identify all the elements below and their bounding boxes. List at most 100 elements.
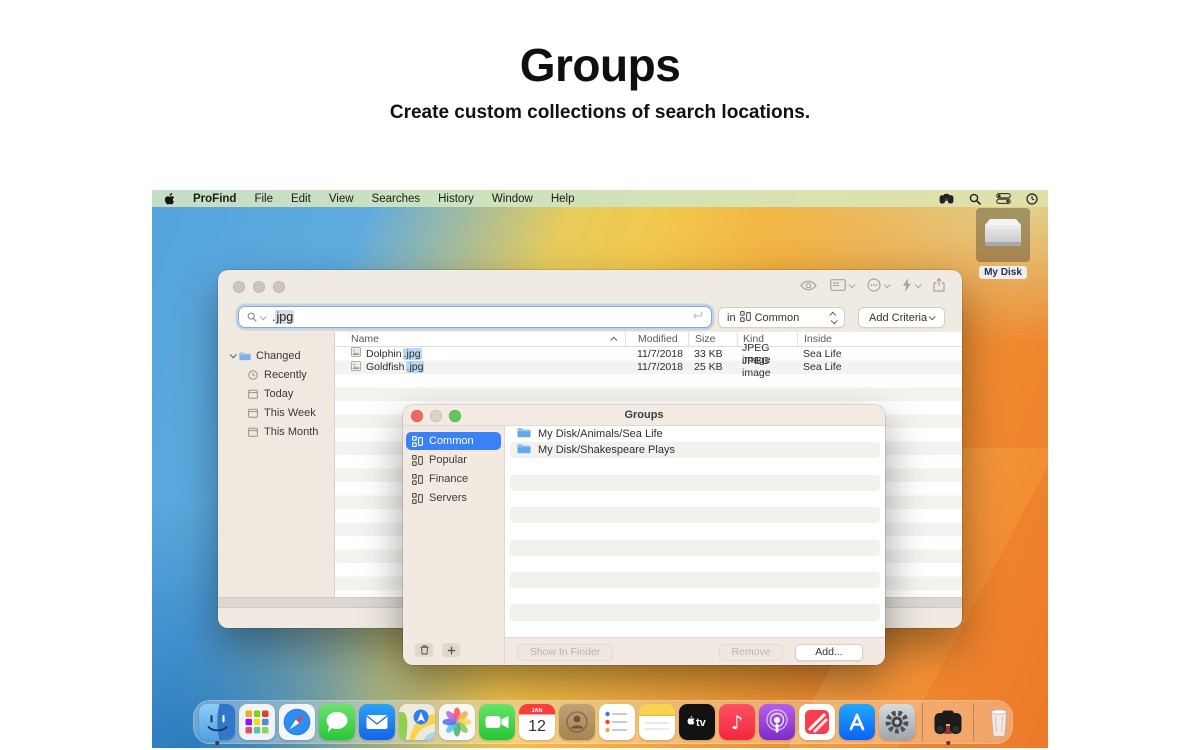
page-title: Groups: [0, 38, 1200, 92]
add-group-button[interactable]: [442, 643, 460, 657]
delete-group-button[interactable]: [415, 643, 433, 657]
page-subtitle: Create custom collections of search loca…: [0, 102, 1200, 124]
dock-reminders[interactable]: [599, 704, 635, 740]
disclosure-chevron-icon[interactable]: [230, 351, 237, 358]
dock-app-store[interactable]: [839, 704, 875, 740]
menu-app-name[interactable]: ProFind: [193, 193, 236, 205]
binoculars-icon[interactable]: [939, 193, 954, 204]
column-name[interactable]: Name: [335, 332, 625, 346]
sidebar-label: This Month: [264, 426, 318, 438]
sidebar-item-today[interactable]: Today: [218, 384, 334, 403]
dock-trash[interactable]: [981, 704, 1017, 740]
control-center-icon[interactable]: [996, 193, 1011, 204]
column-inside[interactable]: Inside: [797, 332, 962, 346]
search-input[interactable]: .jpg: [238, 306, 712, 328]
more-options-button[interactable]: [867, 278, 889, 292]
list-item[interactable]: My Disk/Shakespeare Plays: [510, 442, 880, 458]
menu-help[interactable]: Help: [551, 193, 575, 205]
svg-text:JAN: JAN: [531, 708, 542, 714]
zoom-button[interactable]: [273, 281, 285, 293]
search-icon[interactable]: [969, 193, 981, 205]
desktop-disk[interactable]: My Disk: [974, 208, 1032, 280]
sidebar-label: Today: [264, 388, 293, 400]
chevron-down-icon[interactable]: [260, 313, 267, 320]
eye-icon[interactable]: [800, 280, 817, 291]
dock-music[interactable]: ♪: [719, 704, 755, 740]
chevron-down-icon: [915, 281, 922, 288]
group-item-servers[interactable]: Servers: [406, 489, 501, 507]
dock-messages[interactable]: [319, 704, 355, 740]
dock-launchpad[interactable]: [239, 704, 275, 740]
running-indicator: [946, 741, 950, 745]
dock-profind[interactable]: [930, 704, 966, 740]
dock-finder[interactable]: [199, 704, 235, 740]
zoom-button[interactable]: [449, 410, 461, 422]
column-size[interactable]: Size: [688, 332, 737, 346]
dock-calendar[interactable]: JAN12: [519, 704, 555, 740]
image-file-icon: [351, 347, 361, 360]
remove-button[interactable]: Remove: [719, 644, 783, 661]
menu-window[interactable]: Window: [492, 193, 533, 205]
menu-searches[interactable]: Searches: [372, 193, 421, 205]
location-path: My Disk/Animals/Sea Life: [538, 428, 663, 440]
sort-ascending-icon: [610, 336, 617, 343]
menu-history[interactable]: History: [438, 193, 474, 205]
group-label: Common: [429, 435, 474, 447]
table-row[interactable]: Dolphin.jpg 11/7/2018 33 KB JPEG image S…: [335, 347, 962, 361]
disk-label[interactable]: My Disk: [979, 266, 1027, 279]
window-controls: [411, 410, 461, 422]
add-button[interactable]: Add...: [795, 644, 863, 661]
group-icon: [740, 311, 751, 325]
table-row[interactable]: Goldfish.jpg 11/7/2018 25 KB JPEG image …: [335, 361, 962, 375]
share-icon[interactable]: [933, 278, 945, 292]
close-button[interactable]: [233, 281, 245, 293]
group-icon: [412, 474, 423, 485]
dock: JAN12 tv ♪: [193, 700, 1013, 744]
dock-mail[interactable]: [359, 704, 395, 740]
menu-edit[interactable]: Edit: [291, 193, 311, 205]
sidebar-item-this-month[interactable]: This Month: [218, 422, 334, 441]
scope-popup[interactable]: in Common: [718, 307, 845, 328]
group-item-popular[interactable]: Popular: [406, 451, 501, 469]
dock-notes[interactable]: [639, 704, 675, 740]
folder-icon: [517, 427, 531, 441]
sidebar-item-this-week[interactable]: This Week: [218, 403, 334, 422]
column-modified[interactable]: Modified: [625, 332, 688, 346]
close-button[interactable]: [411, 410, 423, 422]
groups-footer: Show In Finder Remove Add...: [505, 637, 885, 665]
clock-icon[interactable]: [1026, 193, 1038, 205]
return-key-icon: [692, 308, 703, 326]
apple-icon[interactable]: [164, 192, 175, 205]
dock-divider: [973, 703, 974, 741]
dock-maps[interactable]: [399, 704, 435, 740]
dock-podcasts[interactable]: [759, 704, 795, 740]
scope-value: Common: [755, 312, 800, 324]
list-view-button[interactable]: [830, 279, 854, 291]
sidebar-label: This Week: [264, 407, 316, 419]
group-item-finance[interactable]: Finance: [406, 470, 501, 488]
sidebar-item-changed[interactable]: Changed: [218, 346, 334, 365]
dock-contacts[interactable]: [559, 704, 595, 740]
minimize-button[interactable]: [253, 281, 265, 293]
hard-disk-icon[interactable]: [976, 208, 1030, 262]
menu-file[interactable]: File: [254, 193, 273, 205]
dock-tv[interactable]: tv: [679, 704, 715, 740]
group-locations-list: My Disk/Animals/Sea Life My Disk/Shakesp…: [505, 426, 885, 637]
dock-safari[interactable]: [279, 704, 315, 740]
add-criteria-button[interactable]: Add Criteria: [858, 307, 945, 328]
show-in-finder-button[interactable]: Show In Finder: [517, 644, 613, 661]
dock-news[interactable]: [799, 704, 835, 740]
list-item[interactable]: My Disk/Animals/Sea Life: [505, 426, 885, 442]
group-label: Popular: [429, 454, 467, 466]
dock-facetime[interactable]: [479, 704, 515, 740]
desktop: ProFind File Edit View Searches History …: [152, 190, 1048, 748]
groups-sidebar: Common Popular Finance Servers: [403, 426, 505, 665]
group-item-common[interactable]: Common: [406, 432, 501, 450]
sidebar-item-recently[interactable]: Recently: [218, 365, 334, 384]
dock-photos[interactable]: [439, 704, 475, 740]
calendar-icon: [247, 427, 259, 437]
dock-system-settings[interactable]: [879, 704, 915, 740]
minimize-button[interactable]: [430, 410, 442, 422]
actions-bolt-button[interactable]: [902, 278, 920, 292]
menu-view[interactable]: View: [329, 193, 354, 205]
